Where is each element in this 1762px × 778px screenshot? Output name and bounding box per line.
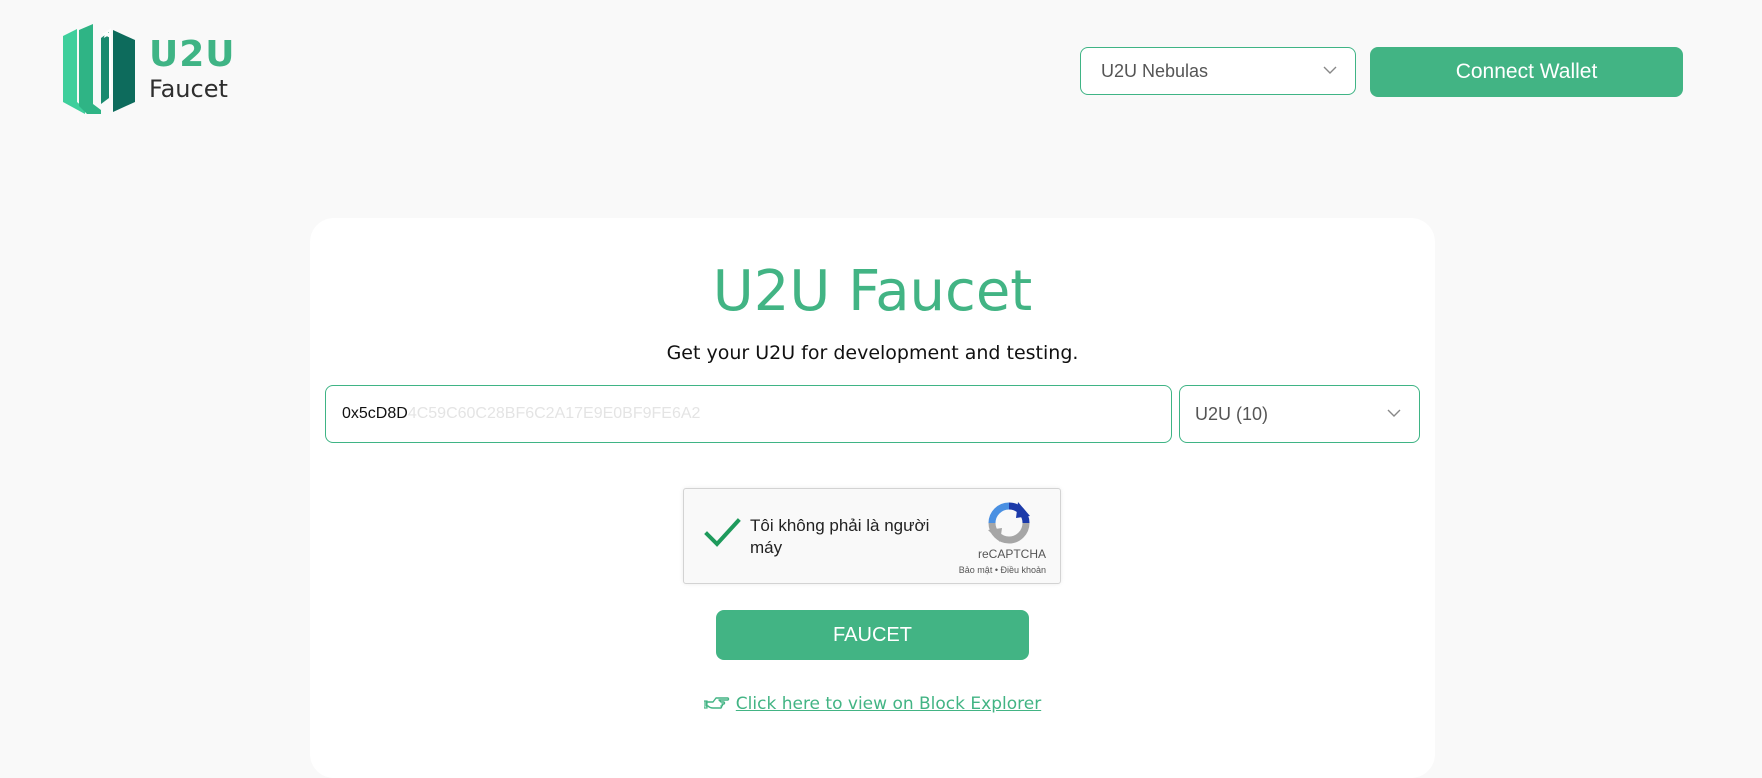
faucet-button[interactable]: FAUCET (716, 610, 1029, 660)
block-explorer-link: Click here to view on Block Explorer (310, 694, 1435, 714)
recaptcha-privacy-terms-links[interactable]: Bảo mật • Điều khoản (959, 565, 1046, 575)
header: U2U Faucet U2U Nebulas Connect Wallet (0, 0, 1762, 150)
recaptcha-widget: Tôi không phải là người máy reCAPTCHA Bả… (683, 488, 1061, 584)
wallet-address-input[interactable]: 0x5cD8D 4C59C60C28BF6C2A17E9E0BF9FE6A2 (325, 385, 1172, 443)
address-value-faded: 4C59C60C28BF6C2A17E9E0BF9FE6A2 (407, 405, 701, 422)
recaptcha-logo-icon (988, 502, 1030, 544)
logo-text: U2U Faucet (149, 34, 236, 103)
pointing-hand-icon (703, 697, 729, 709)
network-select[interactable]: U2U Nebulas (1080, 47, 1356, 95)
checkmark-icon[interactable] (702, 513, 742, 553)
page-title: U2U Faucet (712, 259, 1033, 324)
connect-wallet-button[interactable]: Connect Wallet (1370, 47, 1683, 97)
block-explorer-link-text[interactable]: Click here to view on Block Explorer (736, 694, 1041, 714)
chevron-down-icon (1387, 409, 1401, 417)
recaptcha-brand: reCAPTCHA (977, 547, 1046, 561)
logo[interactable]: U2U Faucet (63, 24, 236, 114)
token-amount-select[interactable]: U2U (10) (1179, 385, 1420, 443)
u2u-logo-icon (63, 24, 135, 114)
network-select-value: U2U Nebulas (1101, 60, 1209, 81)
faucet-card: U2U Faucet Get your U2U for development … (310, 218, 1435, 778)
page-subtitle: Get your U2U for development and testing… (666, 342, 1079, 364)
token-select-value: U2U (10) (1195, 403, 1269, 424)
logo-title: U2U (149, 34, 236, 75)
address-value-visible: 0x5cD8D (342, 405, 408, 422)
logo-subtitle: Faucet (149, 75, 228, 103)
chevron-down-icon (1323, 66, 1337, 74)
recaptcha-label: Tôi không phải là người máy (750, 516, 930, 557)
